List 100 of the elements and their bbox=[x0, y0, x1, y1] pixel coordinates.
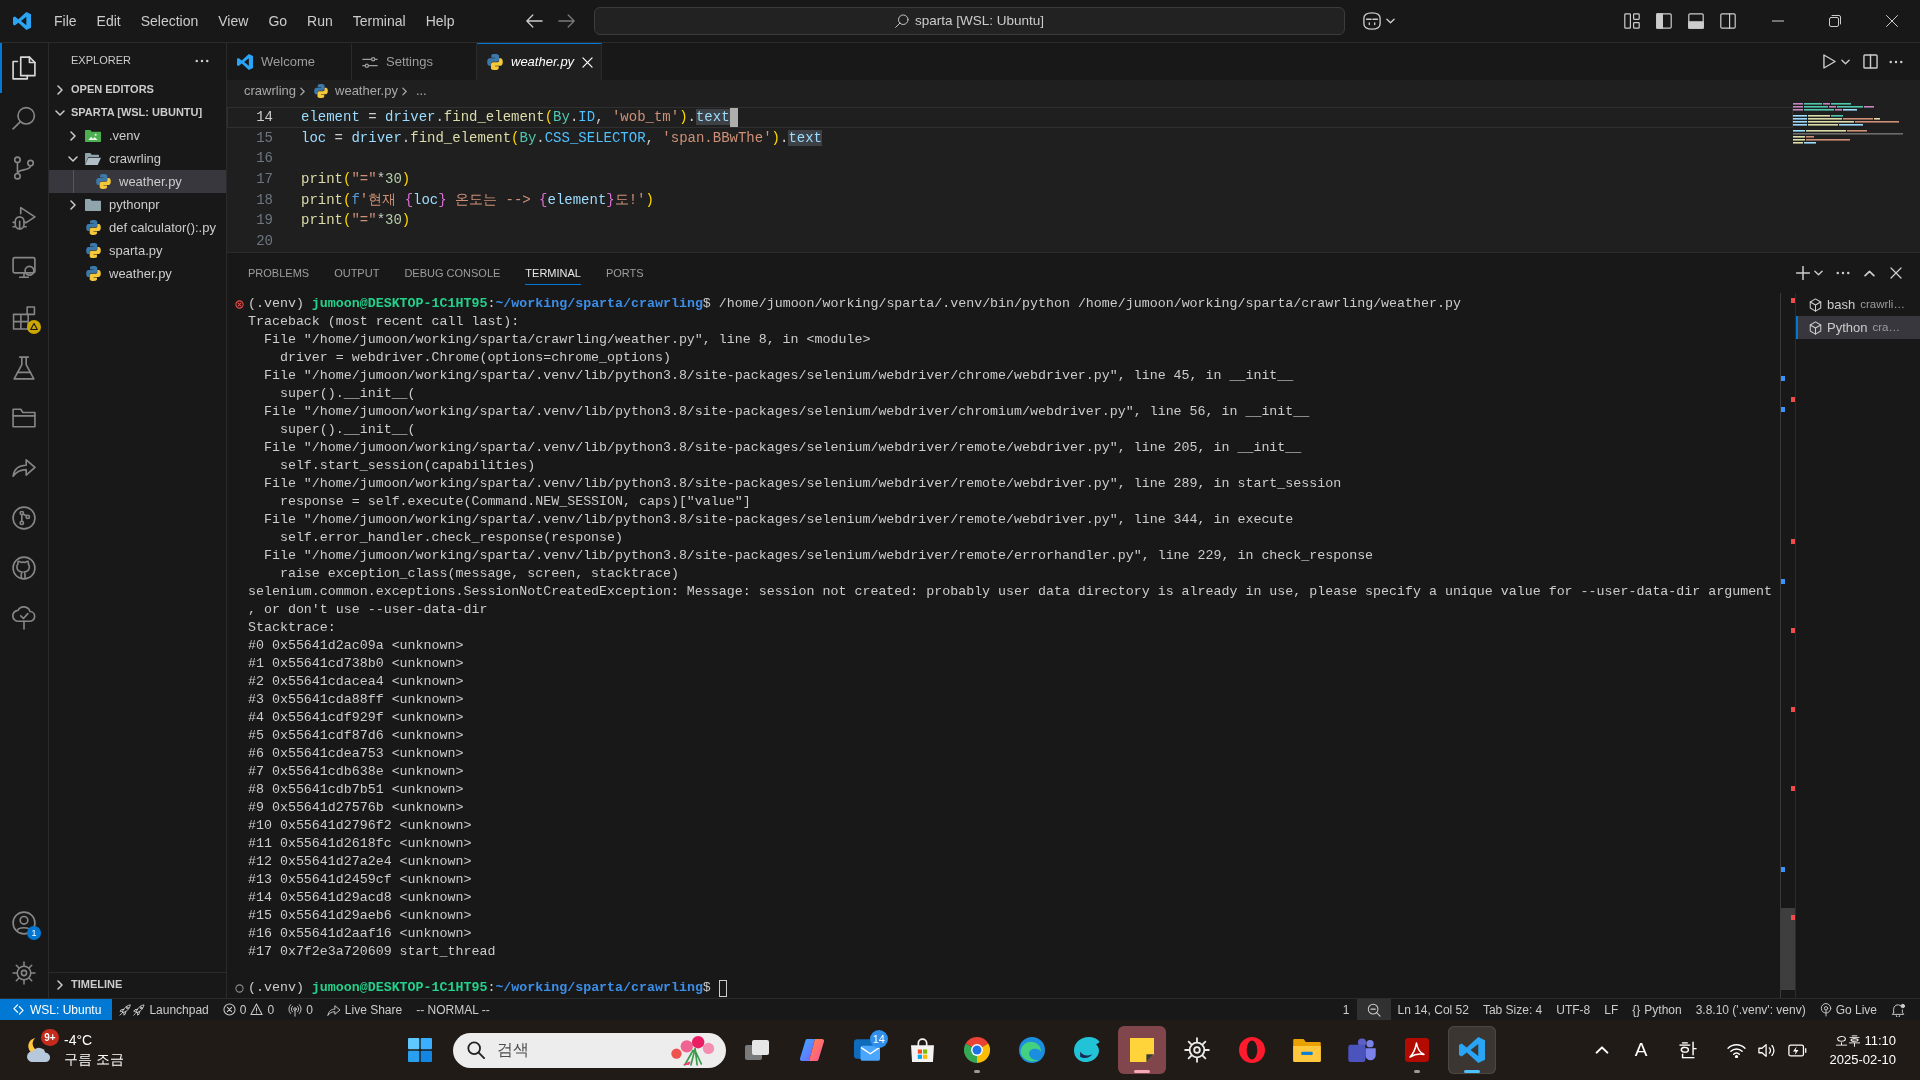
layout-grid-icon[interactable] bbox=[1624, 13, 1640, 29]
editor-tab[interactable]: weather.py bbox=[477, 43, 602, 80]
accounts-button[interactable]: 1 bbox=[0, 898, 48, 948]
go-live-button[interactable]: Go Live bbox=[1812, 999, 1884, 1020]
chevron-down-icon[interactable] bbox=[1841, 58, 1850, 65]
running-indicator-icon bbox=[974, 1070, 980, 1073]
notification-badge: 1 bbox=[27, 926, 41, 940]
taskbar-button[interactable] bbox=[1118, 1026, 1166, 1074]
python-file-icon bbox=[85, 243, 101, 258]
battery-icon[interactable] bbox=[1787, 1042, 1808, 1058]
broadcast-icon bbox=[288, 1002, 303, 1017]
terminal-session-item[interactable]: Python cra… bbox=[1796, 316, 1920, 339]
terminal-line: #12 0x55641d27a2e4 <unknown> bbox=[248, 853, 472, 871]
terminal-line: Stacktrace: bbox=[248, 619, 336, 637]
menu-item[interactable]: Go bbox=[258, 7, 298, 35]
flower-bouquet-icon bbox=[670, 1034, 716, 1066]
line-number: 14 bbox=[256, 109, 273, 125]
panel-tab[interactable]: PROBLEMS bbox=[248, 261, 310, 285]
tree-item[interactable]: .venv bbox=[49, 124, 226, 147]
status-item[interactable]: -- NORMAL -- bbox=[409, 999, 497, 1020]
terminal-session-item[interactable]: bash crawrli… bbox=[1796, 293, 1920, 316]
more-icon[interactable] bbox=[1836, 271, 1850, 275]
menu-item[interactable]: File bbox=[44, 7, 87, 35]
menu-item[interactable]: Terminal bbox=[342, 7, 416, 35]
remote-button[interactable]: WSL: Ubuntu bbox=[0, 999, 113, 1020]
breadcrumb-item[interactable]: ... bbox=[415, 81, 427, 101]
terminal-line: #15 0x55641d29aeb6 <unknown> bbox=[248, 907, 472, 925]
terminal-line: #9 0x55641d27576b <unknown> bbox=[248, 799, 464, 817]
status-item[interactable]: 3.8.10 ('.venv': venv) bbox=[1688, 999, 1813, 1020]
panel-tab[interactable]: DEBUG CONSOLE bbox=[404, 261, 501, 285]
tree-item[interactable]: def calculator():.py bbox=[49, 216, 226, 239]
panel-tab[interactable]: PORTS bbox=[605, 261, 644, 285]
terminal-line: #10 0x55641d2796f2 <unknown> bbox=[248, 817, 472, 835]
breadcrumb-item[interactable]: weather.py bbox=[314, 81, 398, 101]
input-method-indicator[interactable]: A bbox=[1634, 1038, 1648, 1062]
minimize-icon[interactable] bbox=[1771, 20, 1784, 22]
menu-item[interactable]: Selection bbox=[130, 7, 209, 35]
menu-item[interactable]: View bbox=[208, 7, 259, 35]
section-header[interactable]: SPARTA [WSL: UBUNTU] bbox=[49, 101, 226, 124]
input-method-indicator[interactable]: 한 bbox=[1677, 1038, 1697, 1062]
launchpad-button[interactable]: Launchpad bbox=[112, 999, 216, 1020]
status-item[interactable]: Ln 14, Col 52 bbox=[1390, 999, 1476, 1020]
code-line: print("="*30) bbox=[301, 170, 411, 190]
weather-condition-text[interactable]: 구름 조금 bbox=[64, 1050, 124, 1069]
wifi-icon[interactable] bbox=[1726, 1042, 1746, 1058]
tree-item[interactable]: crawrling bbox=[49, 147, 226, 170]
tree-item[interactable]: sparta.py bbox=[49, 239, 226, 262]
close-icon[interactable] bbox=[1890, 267, 1902, 279]
menu-item[interactable]: Help bbox=[415, 7, 465, 35]
status-item[interactable]: LF bbox=[1597, 999, 1626, 1020]
close-icon[interactable] bbox=[1885, 15, 1898, 27]
copilot-face-icon[interactable] bbox=[1361, 12, 1383, 30]
search-bar[interactable]: 검색 bbox=[453, 1032, 726, 1068]
status-item[interactable]: UTF-8 bbox=[1549, 999, 1598, 1020]
plus-icon[interactable] bbox=[1796, 266, 1810, 280]
ports-button[interactable]: 0 bbox=[281, 999, 320, 1020]
tree-item[interactable]: weather.py bbox=[49, 170, 226, 193]
search-field[interactable]: 검색 bbox=[497, 1037, 658, 1063]
store-bag-icon bbox=[910, 1038, 934, 1062]
split-editor-icon[interactable] bbox=[1863, 54, 1878, 69]
terminal-line: #13 0x55641d2459cf <unknown> bbox=[248, 871, 472, 889]
terminal-line: #14 0x55641d29acd8 <unknown> bbox=[248, 889, 472, 907]
more-icon[interactable] bbox=[195, 58, 209, 63]
live-share-button[interactable]: Live Share bbox=[319, 999, 410, 1020]
text-cursor-icon bbox=[729, 107, 738, 127]
problems-button[interactable]: 0 0 bbox=[215, 999, 282, 1020]
more-icon[interactable] bbox=[1889, 59, 1903, 64]
command-center[interactable]: sparta [WSL: Ubuntu] bbox=[594, 7, 1345, 35]
clock-time[interactable]: 오후 11:10 bbox=[1829, 1031, 1896, 1050]
status-item[interactable]: 1 bbox=[1335, 999, 1357, 1020]
teams-icon bbox=[1348, 1038, 1376, 1062]
breadcrumb-item[interactable]: crawrling bbox=[244, 81, 296, 101]
back-arrow-icon[interactable] bbox=[526, 14, 543, 28]
clock-date[interactable]: 2025-02-10 bbox=[1829, 1050, 1896, 1069]
tree-item[interactable]: pythonpr bbox=[49, 193, 226, 216]
start-icon[interactable] bbox=[408, 1038, 432, 1062]
sidebar-layout-icon[interactable] bbox=[1656, 13, 1672, 29]
tree-item[interactable]: weather.py bbox=[49, 262, 226, 285]
status-item[interactable]: Tab Size: 4 bbox=[1475, 999, 1550, 1020]
chevron-up-icon[interactable] bbox=[1864, 269, 1875, 277]
zoom-button[interactable] bbox=[1356, 999, 1391, 1020]
restore-icon[interactable] bbox=[1828, 15, 1841, 27]
menu-item[interactable]: Run bbox=[297, 7, 343, 35]
run-icon[interactable] bbox=[1823, 54, 1836, 69]
section-header[interactable]: TIMELINE bbox=[49, 972, 226, 996]
forward-arrow-icon[interactable] bbox=[558, 14, 575, 28]
chevron-down-icon[interactable] bbox=[1386, 18, 1395, 24]
section-header[interactable]: OPEN EDITORS bbox=[49, 78, 226, 101]
terminal-line: driver = webdriver.Chrome(options=chrome_options) bbox=[278, 349, 671, 367]
panel-tab[interactable]: OUTPUT bbox=[334, 261, 380, 285]
split-layout-icon[interactable] bbox=[1720, 13, 1736, 29]
menu-item[interactable]: Edit bbox=[86, 7, 131, 35]
minimap[interactable] bbox=[1793, 103, 1903, 144]
temperature-text[interactable]: -4°C bbox=[64, 1031, 124, 1050]
language-mode-button[interactable]: {} Python bbox=[1625, 999, 1689, 1020]
chevron-down-icon[interactable] bbox=[1814, 270, 1823, 276]
speaker-icon[interactable] bbox=[1757, 1042, 1776, 1058]
warning-icon bbox=[250, 1003, 264, 1016]
panel-layout-icon[interactable] bbox=[1688, 13, 1704, 29]
panel-tab[interactable]: TERMINAL bbox=[525, 261, 581, 285]
